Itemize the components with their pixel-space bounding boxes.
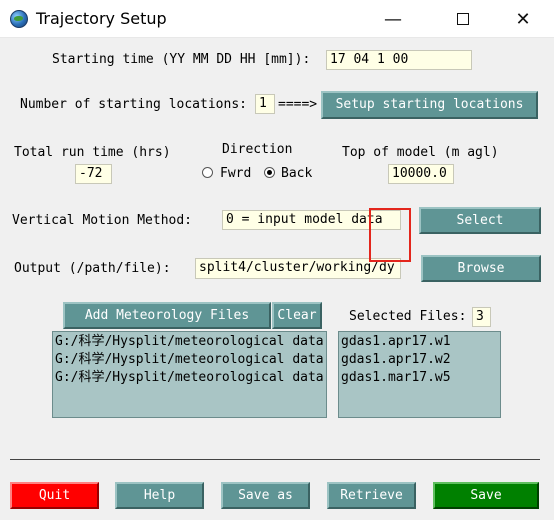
list-item[interactable]: gdas1.mar17.w5 <box>339 369 500 387</box>
list-item[interactable]: G:/科学/Hysplit/meteorological data <box>53 333 326 351</box>
close-icon[interactable]: ✕ <box>500 0 546 38</box>
locations-arrow: ====> <box>278 97 318 112</box>
retrieve-button[interactable]: Retrieve <box>327 482 416 509</box>
selected-files-count: 3 <box>472 307 491 327</box>
globe-app-icon <box>10 10 28 28</box>
vertical-motion-label: Vertical Motion Method: <box>12 213 193 228</box>
list-item[interactable]: gdas1.apr17.w2 <box>339 351 500 369</box>
setup-locations-button[interactable]: Setup starting locations <box>321 91 538 119</box>
direction-back-radio[interactable] <box>264 167 275 178</box>
direction-fwrd-radio[interactable] <box>202 167 213 178</box>
direction-label: Direction <box>222 142 293 157</box>
starting-time-label: Starting time (YY MM DD HH [mm]): <box>52 52 311 67</box>
run-time-label: Total run time (hrs) <box>14 145 171 160</box>
output-label: Output (/path/file): <box>14 261 171 276</box>
locations-count-input[interactable]: 1 <box>255 94 275 114</box>
locations-label: Number of starting locations: <box>20 97 247 112</box>
clear-files-button[interactable]: Clear <box>272 302 322 329</box>
direction-back-label: Back <box>281 166 313 181</box>
maximize-square-icon <box>457 13 469 25</box>
save-as-button[interactable]: Save as <box>221 482 310 509</box>
separator <box>10 459 540 460</box>
title-bar: Trajectory Setup — ✕ <box>0 0 554 38</box>
list-item[interactable]: G:/科学/Hysplit/meteorological data <box>53 369 326 387</box>
quit-button[interactable]: Quit <box>10 482 99 509</box>
save-button[interactable]: Save <box>433 482 539 509</box>
list-item[interactable]: G:/科学/Hysplit/meteorological data <box>53 351 326 369</box>
output-browse-button[interactable]: Browse <box>421 255 541 282</box>
add-meteorology-files-button[interactable]: Add Meteorology Files <box>63 302 271 329</box>
top-of-model-label: Top of model (m agl) <box>342 145 499 160</box>
window-title: Trajectory Setup <box>36 9 167 28</box>
meteorology-files-list[interactable]: gdas1.apr17.w1 gdas1.apr17.w2 gdas1.mar1… <box>338 331 501 418</box>
selected-files-label: Selected Files: <box>349 309 467 324</box>
starting-time-input[interactable]: 17 04 1 00 <box>326 50 472 70</box>
run-time-input[interactable]: -72 <box>75 164 112 184</box>
vertical-motion-select-button[interactable]: Select <box>419 207 541 234</box>
help-button[interactable]: Help <box>115 482 204 509</box>
direction-fwrd-label: Fwrd <box>220 166 252 181</box>
maximize-icon[interactable] <box>440 0 486 38</box>
top-of-model-input[interactable]: 10000.0 <box>388 164 454 184</box>
list-item[interactable]: gdas1.apr17.w1 <box>339 333 500 351</box>
minimize-icon[interactable]: — <box>370 0 416 38</box>
red-annotation-box <box>369 208 411 262</box>
meteorology-paths-list[interactable]: G:/科学/Hysplit/meteorological data G:/科学/… <box>52 331 327 418</box>
